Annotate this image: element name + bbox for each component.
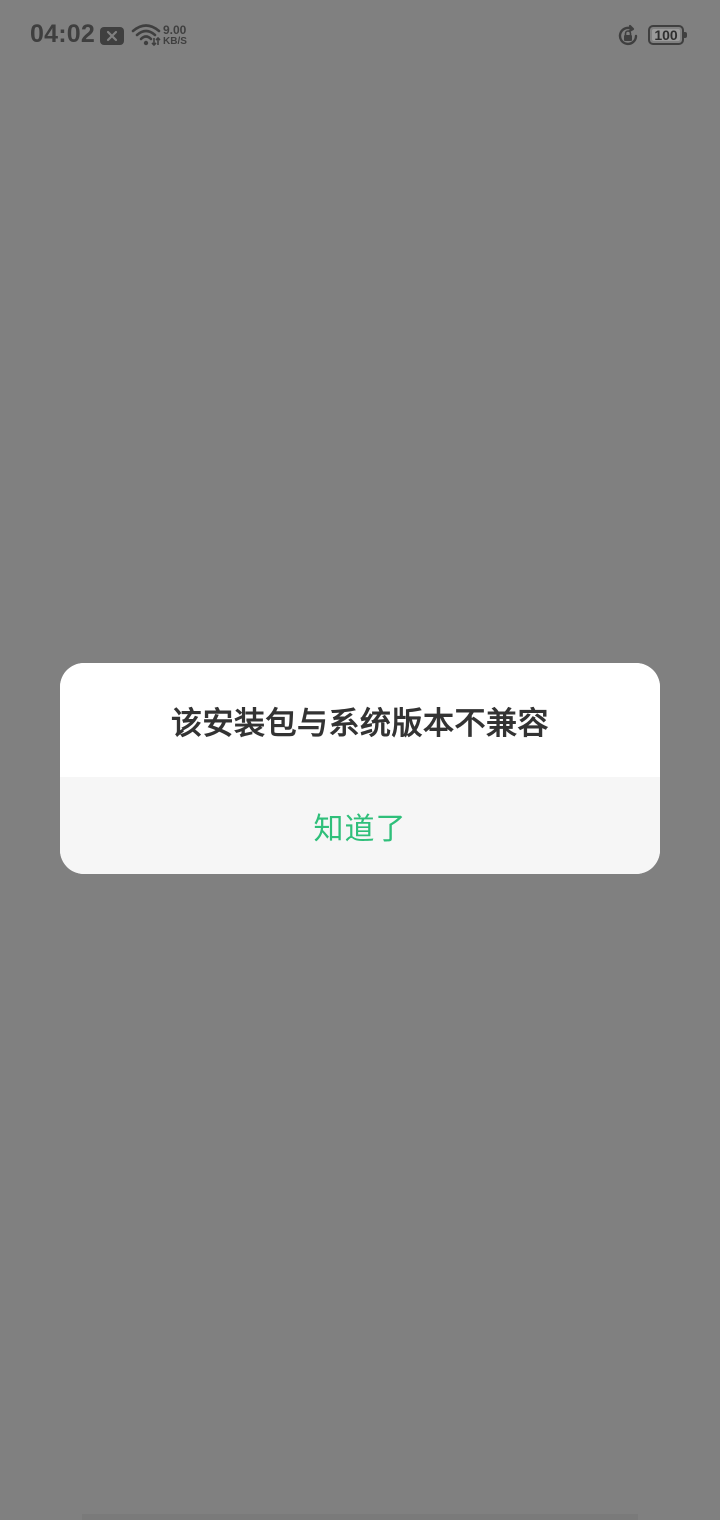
rotation-lock-icon <box>618 24 638 46</box>
dialog-title: 该安装包与系统版本不兼容 <box>171 705 549 742</box>
wifi-icon <box>131 24 161 47</box>
ok-button-label: 知道了 <box>313 811 407 847</box>
battery-icon: 100 <box>648 25 684 45</box>
ok-button[interactable]: 知道了 <box>60 777 660 874</box>
battery-nub <box>684 32 687 38</box>
incompatible-package-dialog: 该安装包与系统版本不兼容 知道了 <box>60 663 660 874</box>
status-time: 04:02 <box>30 20 95 48</box>
no-sim-icon <box>100 27 124 45</box>
screen: 04:02 9.00 KB/S 100 该安装包与系统版本不兼容 知道了 <box>0 0 720 1520</box>
net-speed: 9.00 KB/S <box>163 24 199 48</box>
net-speed-unit: KB/S <box>163 36 187 47</box>
battery-level: 100 <box>654 27 678 43</box>
status-bar: 04:02 9.00 KB/S 100 <box>0 0 720 74</box>
net-speed-value: 9.00 <box>163 23 187 37</box>
bottom-edge-hint <box>82 1514 638 1520</box>
dialog-body: 该安装包与系统版本不兼容 <box>60 663 660 777</box>
